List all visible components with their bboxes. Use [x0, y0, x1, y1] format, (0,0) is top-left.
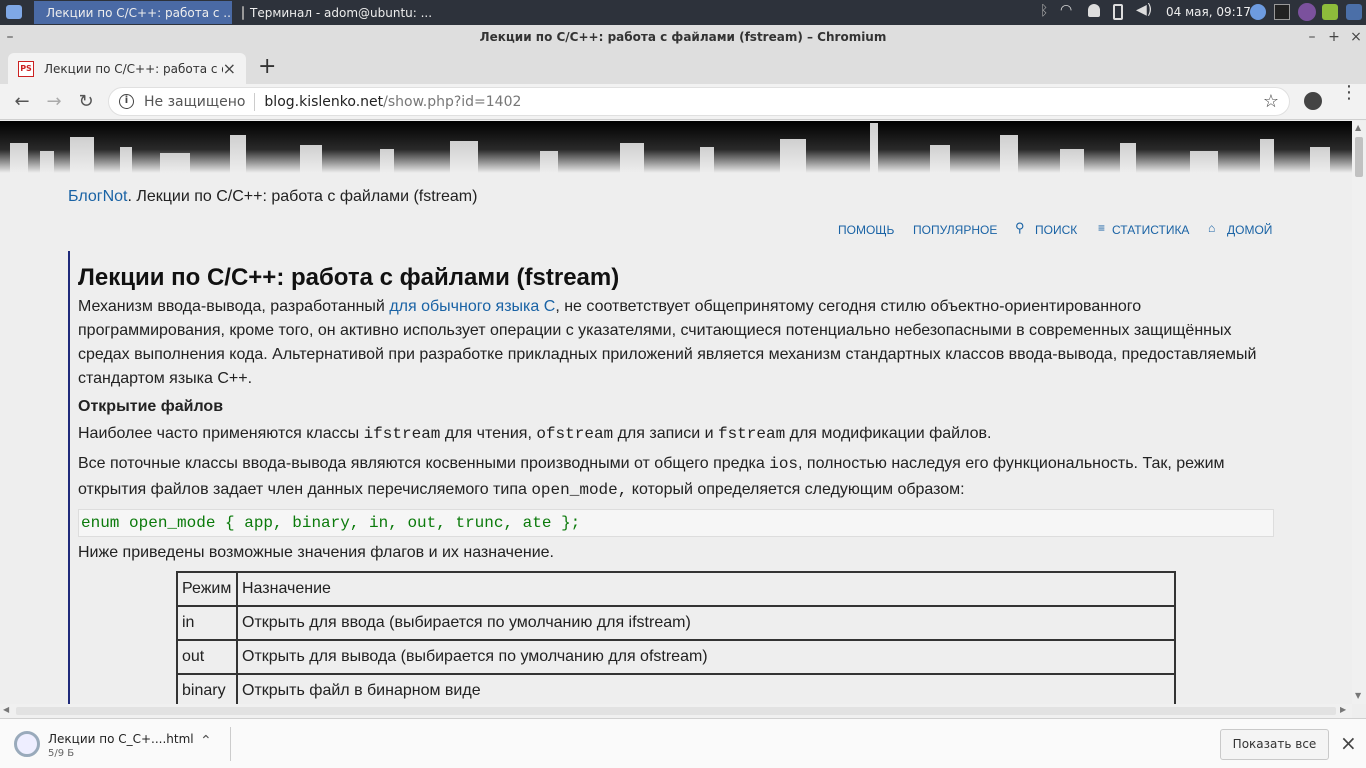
blog-home-link[interactable]: БлогNot	[68, 188, 127, 205]
window-titlebar: – Лекции по C/C++: работа с файлами (fst…	[0, 25, 1366, 50]
url-path: /show.php?id=1402	[383, 93, 522, 110]
menu-icon[interactable]: ⋮	[1340, 84, 1358, 102]
table-row: binary Открыть файл в бинарном виде	[176, 673, 1176, 704]
back-icon[interactable]: ←	[10, 90, 34, 114]
hscroll-thumb[interactable]	[16, 707, 1336, 715]
site-nav: ПОМОЩЬ ПОПУЛЯРНОЕ ⚲ ПОИСК ≡ СТАТИСТИКА ⌂…	[838, 220, 1272, 241]
breadcrumb-current: . Лекции по C/C++: работа с файлами (fst…	[127, 188, 478, 205]
table-cell: out	[176, 639, 238, 675]
table-cell: Открыть файл в бинарном виде	[236, 673, 1176, 704]
header-skyline-image	[0, 121, 1352, 173]
article-title: Лекции по C/C++: работа с файлами (fstre…	[78, 264, 620, 291]
security-label[interactable]: Не защищено	[144, 94, 245, 110]
close-downloads-icon[interactable]: ×	[1340, 731, 1357, 755]
scroll-left-icon[interactable]: ◀	[3, 705, 9, 714]
tray-app-icon-2[interactable]	[1346, 4, 1362, 20]
table-cell: Открыть для вывода (выбирается по умолча…	[236, 639, 1176, 675]
app-menu-icon[interactable]	[6, 5, 22, 19]
browser-tab[interactable]: PS Лекции по C/C++: работа с фа ×	[8, 53, 246, 84]
scroll-down-icon[interactable]: ▼	[1355, 691, 1361, 700]
table-cell: binary	[176, 673, 238, 704]
nav-stats[interactable]: СТАТИСТИКА	[1112, 223, 1189, 237]
wifi-icon[interactable]: ◠	[1060, 2, 1072, 18]
window-title: Лекции по C/C++: работа с файлами (fstre…	[479, 30, 887, 44]
table-header-row: Режим Назначение	[176, 571, 1176, 607]
profile-icon[interactable]	[1304, 92, 1322, 110]
info-icon[interactable]: i	[119, 94, 134, 109]
tab-title: Лекции по C/C++: работа с фа	[44, 61, 223, 76]
chevron-up-icon[interactable]: ⌃	[200, 733, 212, 749]
nav-search[interactable]: ПОИСК	[1035, 223, 1077, 237]
tray-chromium-icon[interactable]	[1250, 4, 1266, 20]
table-header-cell: Режим	[176, 571, 238, 607]
minimize-icon[interactable]: –	[1302, 25, 1322, 50]
tab-strip: PS Лекции по C/C++: работа с фа × +	[0, 50, 1366, 84]
table-header-cell: Назначение	[236, 571, 1176, 607]
address-bar[interactable]: i Не защищено blog.kislenko.net /show.ph…	[108, 87, 1290, 116]
article-paragraph: Наиболее часто применяются классы ifstre…	[78, 425, 992, 443]
download-size: 5/9 Б	[48, 748, 75, 759]
nav-popular[interactable]: ПОПУЛЯРНОЕ	[913, 223, 997, 237]
volume-icon[interactable]: ◀)	[1136, 2, 1152, 18]
article-paragraph: Все поточные классы ввода-вывода являютс…	[78, 455, 1225, 499]
scroll-up-icon[interactable]: ▲	[1355, 123, 1361, 132]
close-window-icon[interactable]: ×	[1346, 25, 1366, 50]
code-block: enum open_mode { app, binary, in, out, t…	[78, 509, 1274, 537]
downloads-bar: Лекции по C_C+....html 5/9 Б ⌃ Показать …	[0, 718, 1366, 768]
viber-icon[interactable]	[1298, 3, 1316, 21]
search-icon: ⚲	[1015, 220, 1025, 235]
reload-icon[interactable]: ↻	[74, 90, 98, 114]
url-domain: blog.kislenko.net	[264, 93, 384, 110]
tray-terminal-icon[interactable]	[1274, 4, 1290, 20]
browser-toolbar: ← → ↻ i Не защищено blog.kislenko.net /s…	[0, 84, 1366, 120]
vertical-scrollbar[interactable]: ▲ ▼	[1352, 121, 1366, 704]
omnibox-divider	[254, 92, 256, 111]
show-all-downloads-button[interactable]: Показать все	[1220, 729, 1329, 760]
download-separator	[230, 727, 231, 761]
notifications-icon[interactable]	[1088, 4, 1100, 17]
table-row: out Открыть для вывода (выбирается по ум…	[176, 639, 1176, 675]
article-paragraph: Ниже приведены возможные значения флагов…	[78, 544, 554, 561]
taskbar-task-terminal[interactable]: Терминал - adom@ubuntu: ...	[236, 1, 436, 24]
new-tab-button[interactable]: +	[258, 54, 276, 79]
taskbar-task-label: Терминал - adom@ubuntu: ...	[250, 5, 433, 20]
section-heading: Открытие файлов	[78, 398, 224, 415]
article-left-border	[68, 251, 70, 704]
table-cell: in	[176, 605, 238, 641]
terminal-icon	[242, 5, 244, 20]
download-item[interactable]: Лекции по C_C+....html 5/9 Б ⌃	[14, 727, 214, 761]
page-viewport: БлогNot. Лекции по C/C++: работа с файла…	[0, 121, 1352, 704]
clock[interactable]: 04 мая, 09:17	[1166, 5, 1251, 19]
stats-icon: ≡	[1098, 221, 1106, 235]
table-cell: Открыть для ввода (выбирается по умолчан…	[236, 605, 1176, 641]
bluetooth-icon[interactable]: ᛒ	[1040, 3, 1048, 19]
scroll-right-icon[interactable]: ▶	[1340, 705, 1346, 714]
horizontal-scrollbar[interactable]: ◀ ▶	[0, 704, 1352, 718]
bookmark-star-icon[interactable]: ☆	[1263, 91, 1279, 112]
taskbar: Лекции по C/C++: работа с ... Терминал -…	[0, 0, 1366, 25]
window-menu-icon[interactable]: –	[0, 25, 20, 50]
download-filename: Лекции по C_C+....html	[48, 732, 194, 746]
table-row: in Открыть для ввода (выбирается по умол…	[176, 605, 1176, 641]
c-language-link[interactable]: для обычного языка С	[389, 298, 555, 315]
file-progress-icon	[14, 731, 40, 757]
taskbar-task-label: Лекции по C/C++: работа с ...	[46, 5, 232, 20]
home-icon: ⌂	[1208, 221, 1216, 235]
forward-icon[interactable]: →	[42, 90, 66, 114]
nav-help[interactable]: ПОМОЩЬ	[838, 223, 894, 237]
article: Лекции по C/C++: работа с файлами (fstre…	[78, 263, 1274, 704]
taskbar-task-chromium[interactable]: Лекции по C/C++: работа с ...	[34, 1, 232, 24]
article-paragraph: Механизм ввода-вывода, разработанный для…	[78, 298, 1257, 387]
tray-app-icon[interactable]	[1322, 4, 1338, 20]
battery-icon[interactable]	[1113, 4, 1123, 20]
close-tab-icon[interactable]: ×	[223, 59, 236, 78]
maximize-icon[interactable]: +	[1324, 25, 1344, 50]
scrollbar-thumb[interactable]	[1355, 137, 1363, 177]
nav-home[interactable]: ДОМОЙ	[1227, 223, 1272, 237]
modes-table: Режим Назначение in Открыть для ввода (в…	[176, 571, 1176, 704]
site-favicon: PS	[18, 60, 34, 77]
breadcrumb: БлогNot. Лекции по C/C++: работа с файла…	[68, 188, 477, 206]
